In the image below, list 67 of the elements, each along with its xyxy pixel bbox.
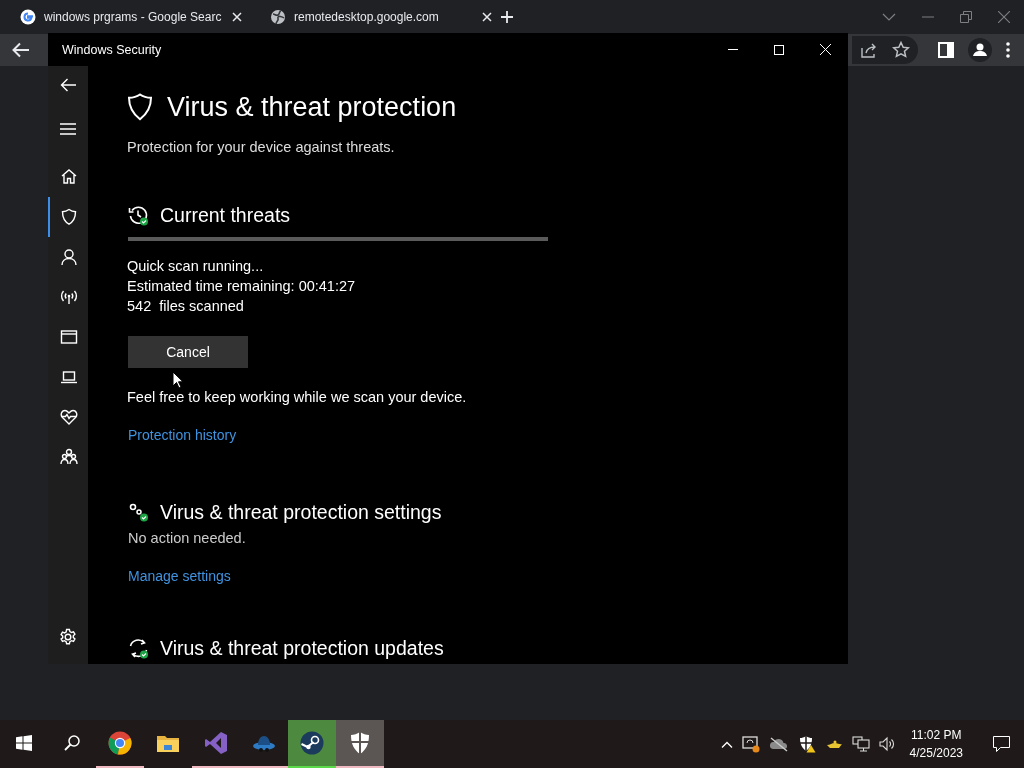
back-arrow-icon[interactable]: [12, 42, 30, 58]
browser-tab[interactable]: remotedesktop.google.com: [250, 0, 500, 34]
app-window-icon: [60, 328, 78, 346]
new-tab-icon[interactable]: [500, 10, 514, 24]
star-icon[interactable]: [892, 41, 910, 59]
side-panel-icon[interactable]: [938, 42, 954, 58]
chevron-up-icon[interactable]: [720, 740, 733, 748]
clock-time: 11:02 PM: [911, 727, 962, 744]
globe-icon: [270, 9, 286, 25]
page-subtitle: Protection for your device against threats.: [127, 139, 396, 155]
section-heading: Virus & threat protection settings: [160, 500, 442, 524]
speech-bubble-icon: [992, 736, 1010, 752]
family-icon: [60, 448, 78, 466]
shield-icon: [127, 93, 153, 121]
settings-icon: [59, 628, 77, 646]
restore-icon[interactable]: [960, 11, 972, 23]
maximize-icon: [774, 44, 784, 55]
menu-icon: [60, 123, 76, 135]
cancel-button[interactable]: Cancel: [128, 336, 248, 368]
time-remaining: Estimated time remaining: 00:41:27: [127, 277, 356, 296]
files-scanned: 542 files scanned: [127, 297, 244, 316]
person-icon: [60, 248, 78, 266]
info-text: Feel free to keep working while we scan your device.: [127, 389, 467, 405]
steam-logo-icon: [300, 731, 324, 755]
wireless-signal-icon: [60, 288, 78, 306]
status-text: No action needed.: [128, 530, 246, 546]
heart-pulse-icon: [60, 408, 78, 426]
section-heading: Current threats: [160, 203, 291, 227]
protection-history-link[interactable]: Protection history: [128, 427, 237, 443]
cloud-off-icon[interactable]: [768, 736, 789, 752]
taskbar-app[interactable]: [336, 720, 384, 768]
shield-icon: [348, 731, 372, 755]
tab-title: windows prgrams - Google Searc: [44, 10, 223, 24]
scan-status: Quick scan running...: [127, 257, 264, 276]
more-menu-icon[interactable]: [1006, 42, 1010, 58]
network-icon[interactable]: [851, 736, 870, 752]
speaker-icon[interactable]: [878, 736, 895, 752]
visual-studio-logo-icon: [204, 731, 228, 755]
back-arrow-icon: [60, 78, 76, 92]
window-title: Windows Security: [62, 42, 162, 57]
section-heading: Virus & threat protection updates: [160, 636, 444, 660]
chevron-down-icon[interactable]: [882, 13, 896, 21]
manage-settings-link[interactable]: Manage settings: [128, 568, 231, 584]
google-logo-icon: [20, 9, 36, 25]
browser-tab[interactable]: windows prgrams - Google Searc: [0, 0, 250, 34]
taskbar-app[interactable]: [288, 720, 336, 768]
page-title: Virus & threat protection: [167, 91, 457, 123]
tab-title: remotedesktop.google.com: [294, 10, 440, 24]
shield-icon: [60, 208, 78, 226]
close-icon: [819, 44, 831, 55]
chrome-logo-icon: [108, 731, 132, 755]
share-icon[interactable]: [860, 42, 878, 58]
clock-history-icon: [128, 204, 149, 226]
search-icon: [64, 735, 80, 751]
mouse-pointer-icon: [172, 371, 184, 389]
home-icon: [60, 168, 78, 186]
profile-icon[interactable]: [968, 38, 992, 62]
laptop-icon: [60, 368, 78, 386]
gears-icon: [128, 501, 149, 523]
windows-logo-icon: [16, 735, 32, 751]
minimize-icon: [728, 49, 738, 50]
clock-date: 4/25/2023: [909, 745, 963, 762]
sync-icon: [128, 637, 149, 659]
shield-warning-icon[interactable]: [797, 735, 816, 753]
address-bar[interactable]: [852, 36, 918, 64]
remote-desktop-icon[interactable]: [741, 735, 760, 753]
clock[interactable]: 11:02 PM 4/25/2023: [903, 726, 969, 762]
